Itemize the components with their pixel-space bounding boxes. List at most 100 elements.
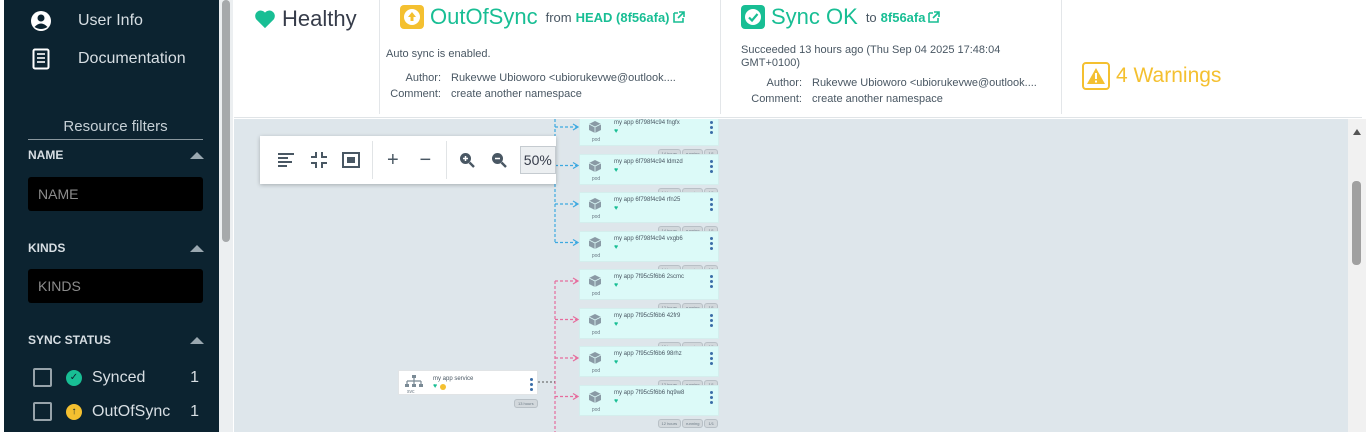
zoom-level[interactable]: 50% xyxy=(519,146,556,174)
sync-status-synced-row[interactable]: ✓ Synced 1 xyxy=(33,368,199,387)
cube-icon xyxy=(588,313,602,326)
scroll-up-icon[interactable] xyxy=(1353,129,1361,135)
compress-icon[interactable] xyxy=(303,142,336,178)
pod-name: my app 6f798f4c94 fngfx xyxy=(614,120,680,126)
arrow-up-circle-icon xyxy=(400,5,424,29)
divider xyxy=(1061,0,1062,114)
collapse-caret-icon[interactable] xyxy=(190,336,204,344)
minus-icon[interactable]: − xyxy=(409,142,442,178)
current-comment-row: Comment: create another namespace xyxy=(390,88,582,100)
sidebar-item-user-info[interactable]: User Info xyxy=(30,8,143,34)
pod-kind: pod xyxy=(591,368,601,374)
resource-tree-graph[interactable]: + − 50% podmy app 6f798f4c94 fngfx♥14 ho… xyxy=(234,119,1348,432)
book-icon xyxy=(30,48,52,70)
fit-to-screen-icon[interactable] xyxy=(335,142,368,178)
more-menu-icon[interactable] xyxy=(530,378,533,391)
outofsync-checkbox[interactable] xyxy=(33,402,52,421)
collapse-caret-icon[interactable] xyxy=(190,151,204,159)
name-filter-input[interactable] xyxy=(28,177,203,211)
sidebar-scrollbar[interactable] xyxy=(219,0,233,432)
author-value: Rukevwe Ubioworo <ubiorukevwe@outlook...… xyxy=(451,72,676,84)
sidebar: User Info Documentation Resource filters… xyxy=(4,0,219,432)
zoom-out-icon[interactable] xyxy=(483,142,516,178)
sidebar-item-label: Documentation xyxy=(78,50,186,67)
pod-age-tag: 12 hours xyxy=(657,418,682,428)
pod-status-tag: running xyxy=(682,418,704,428)
sidebar-item-documentation[interactable]: Documentation xyxy=(30,46,186,72)
align-left-icon[interactable] xyxy=(270,142,303,178)
check-circle-icon xyxy=(741,5,765,29)
more-menu-icon[interactable] xyxy=(710,352,713,365)
from-label: from xyxy=(545,9,572,25)
service-kind: svc xyxy=(407,389,415,395)
sync-status-filter-header[interactable]: SYNC STATUS xyxy=(28,333,204,347)
last-sync-revision-link[interactable]: 8f56afa xyxy=(881,10,926,25)
network-icon xyxy=(405,375,423,387)
more-menu-icon[interactable] xyxy=(710,313,713,327)
kinds-filter-input[interactable] xyxy=(28,269,203,303)
pod-kind: pod xyxy=(591,329,601,336)
pod-node[interactable]: podmy app 7f95c5f6b6 98rhz♥12 hoursrunni… xyxy=(579,346,719,389)
more-menu-icon[interactable] xyxy=(710,121,713,134)
pod-node[interactable]: podmy app 6f798f4c94 fngfx♥14 hoursrunni… xyxy=(579,119,719,158)
graph-scrollbar[interactable] xyxy=(1348,119,1366,432)
pod-node[interactable]: podmy app 6f798f4c94 rfn25♥14 hoursrunni… xyxy=(579,192,719,235)
kinds-filter-header[interactable]: KINDS xyxy=(28,241,204,255)
pod-node[interactable]: podmy app 7f95c5f6b6 2scmc♥12 hoursrunni… xyxy=(579,269,719,312)
heart-icon: ♥ xyxy=(614,243,619,251)
succeeded-text: Succeeded 13 hours ago (Thu Sep 04 2025 … xyxy=(741,44,1001,56)
pod-node[interactable]: podmy app 7f95c5f6b6 42fr9♥12 hoursrunni… xyxy=(579,307,719,351)
cube-icon xyxy=(588,275,602,287)
out-of-sync-icon xyxy=(440,384,446,390)
service-name: my app service xyxy=(433,376,474,382)
pod-node[interactable]: pod my app 7f95c5f6b6 hq9w8 ♥ 12 hours runni… xyxy=(579,384,719,428)
pod-kind: pod xyxy=(591,252,601,259)
synced-checkbox[interactable] xyxy=(33,368,52,387)
external-link-icon[interactable] xyxy=(928,11,941,23)
cube-icon xyxy=(588,236,602,249)
sidebar-scrollbar-thumb[interactable] xyxy=(222,0,230,242)
more-menu-icon[interactable] xyxy=(710,159,713,173)
revision-link[interactable]: HEAD (8f56afa) xyxy=(576,10,670,25)
zoom-in-icon[interactable] xyxy=(451,142,484,178)
graph-toolbar: + − 50% xyxy=(260,136,556,184)
collapse-caret-icon[interactable] xyxy=(190,244,204,252)
more-menu-icon[interactable] xyxy=(710,198,713,211)
cube-icon xyxy=(588,121,602,133)
cube-icon xyxy=(588,159,602,172)
pod-kind: pod xyxy=(591,175,601,182)
pod-name: my app 7f95c5f6b6 hq9w8 xyxy=(614,389,685,396)
pod-node[interactable]: podmy app 6f798f4c94 vxgb6♥14 hoursrunni… xyxy=(579,230,719,274)
to-label: to xyxy=(865,9,877,25)
pod-name: my app 7f95c5f6b6 42fr9 xyxy=(614,312,681,319)
external-link-icon[interactable] xyxy=(672,11,685,23)
warnings-status[interactable]: 4 Warnings xyxy=(1082,62,1221,90)
current-author-row: Author: Rukevwe Ubioworo <ubiorukevwe@ou… xyxy=(405,72,676,84)
sync-status-outofsync-row[interactable]: ↑ OutOfSync 1 xyxy=(33,402,199,421)
heart-icon: ♥ xyxy=(614,359,619,366)
more-menu-icon[interactable] xyxy=(710,390,713,404)
pod-tags: 12 hoursrunning1/1 xyxy=(657,418,718,428)
pod-name: my app 6f798f4c94 vxgb6 xyxy=(614,235,683,242)
warnings-label: 4 Warnings xyxy=(1116,64,1222,87)
heart-icon: ♥ xyxy=(614,166,619,174)
pod-name: my app 6f798f4c94 ldmzd xyxy=(614,158,683,165)
heart-icon: ♥ xyxy=(433,383,438,390)
graph-scrollbar-thumb[interactable] xyxy=(1352,181,1361,265)
sync-status-title[interactable]: OutOfSync from HEAD (8f56afa) xyxy=(400,4,685,30)
heart-icon xyxy=(255,10,275,29)
sidebar-item-label: User Info xyxy=(78,12,143,29)
pod-kind: pod xyxy=(591,214,601,220)
auto-sync-text: Auto sync is enabled. xyxy=(386,48,491,60)
last-sync-title[interactable]: Sync OK to 8f56afa xyxy=(741,4,941,30)
more-menu-icon[interactable] xyxy=(710,275,713,288)
health-status[interactable]: Healthy xyxy=(254,6,357,32)
plus-icon[interactable]: + xyxy=(377,142,410,178)
name-filter-header[interactable]: NAME xyxy=(28,148,204,162)
cube-icon xyxy=(588,198,602,210)
sync-status-label: OutOfSync xyxy=(430,4,538,29)
more-menu-icon[interactable] xyxy=(710,236,713,250)
heart-icon: ♥ xyxy=(614,128,619,135)
pod-node[interactable]: podmy app 6f798f4c94 ldmzd♥14 hoursrunni… xyxy=(579,153,719,197)
last-sync-label: Sync OK xyxy=(771,4,858,29)
